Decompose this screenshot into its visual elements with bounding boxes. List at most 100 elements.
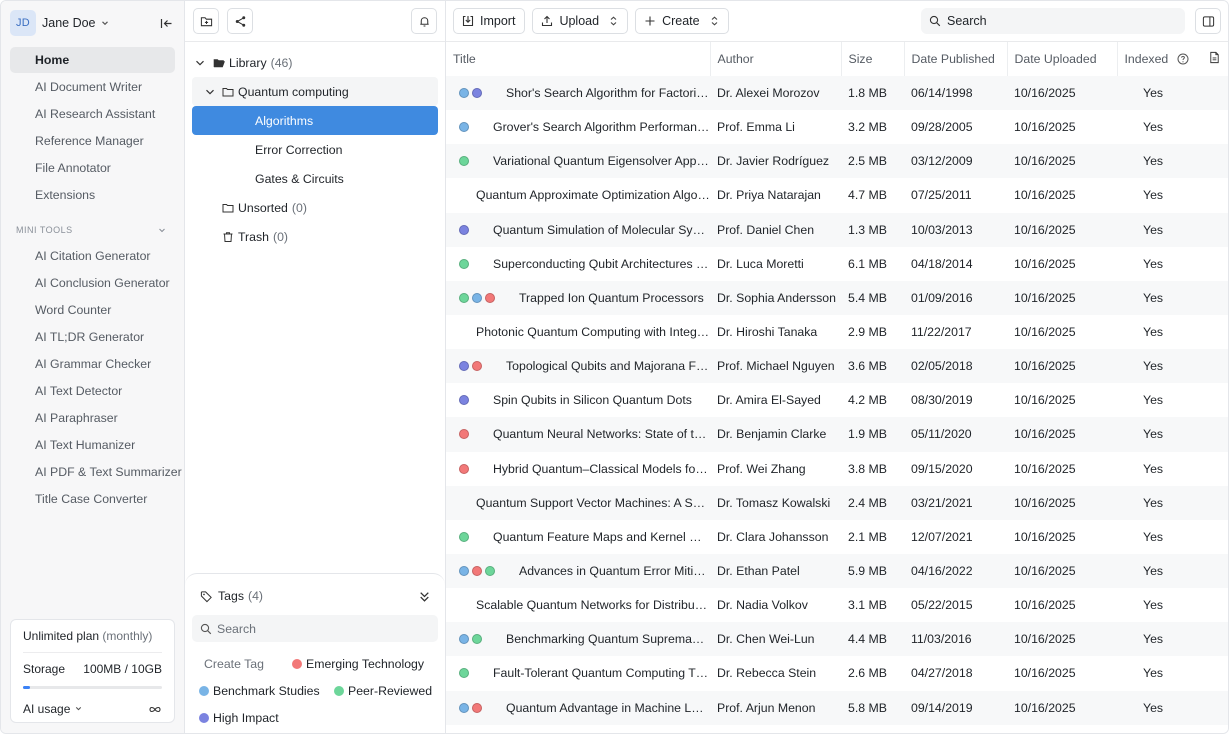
sidebar-item-ai-text-detector[interactable]: AI Text Detector <box>10 378 175 404</box>
document-title[interactable]: Quantum Support Vector Machines: A Surve… <box>476 496 710 510</box>
sidebar-item-ai-text-humanizer[interactable]: AI Text Humanizer <box>10 432 175 458</box>
column-header-author[interactable]: Author <box>710 42 842 76</box>
chevrons-down-icon[interactable] <box>418 590 431 603</box>
document-title[interactable]: Grover's Search Algorithm Performance An… <box>493 120 710 134</box>
table-row[interactable]: Quantum Advantage in Machine Learning Pro… <box>446 690 1228 725</box>
document-search-input[interactable]: Search <box>921 8 1185 34</box>
table-row[interactable]: Shor's Search Algorithm for Factoring La… <box>446 76 1228 111</box>
ai-usage-row[interactable]: AI usage <box>23 702 162 716</box>
sidebar-item-ai-tl-dr-generator[interactable]: AI TL;DR Generator <box>10 324 175 350</box>
help-circle-icon[interactable] <box>1177 53 1189 65</box>
user-menu[interactable]: JD Jane Doe <box>1 1 184 45</box>
cell-title: Topological Qubits and Majorana Fermions <box>446 349 710 384</box>
column-header-indexed[interactable]: Indexed <box>1117 42 1201 76</box>
toggle-panel-button[interactable] <box>1195 8 1221 34</box>
cell-size: 3.2 MB <box>848 120 887 135</box>
tree-library[interactable]: Library (46) <box>185 48 445 77</box>
document-title[interactable]: Benchmarking Quantum Supremacy Experimen… <box>506 632 710 646</box>
column-header-size[interactable]: Size <box>841 42 905 76</box>
tree-subfolder-label: Error Correction <box>255 142 343 157</box>
document-title[interactable]: Quantum Advantage in Machine Learning <box>506 701 710 715</box>
table-row[interactable]: Benchmarking Quantum Supremacy Experimen… <box>446 622 1228 657</box>
document-title[interactable]: Quantum Simulation of Molecular Systems <box>493 223 710 237</box>
document-title[interactable]: Quantum Neural Networks: State of the Ar… <box>493 427 710 441</box>
tree-folder-label: Quantum computing <box>238 84 349 99</box>
document-title[interactable]: Fault-Tolerant Quantum Computing Thresho… <box>493 666 710 680</box>
table-row[interactable]: Scalable Quantum Networks for Distribute… <box>446 588 1228 622</box>
tree-subfolder-gates-circuits[interactable]: Gates & Circuits <box>185 164 445 193</box>
sidebar-item-ai-grammar-checker[interactable]: AI Grammar Checker <box>10 351 175 377</box>
sidebar-item-file-annotator[interactable]: File Annotator <box>10 155 175 181</box>
document-title[interactable]: Trapped Ion Quantum Processors <box>519 291 704 305</box>
chevron-down-icon <box>159 228 165 233</box>
document-title[interactable]: Topological Qubits and Majorana Fermions <box>506 359 710 373</box>
sidebar-item-ai-pdf-text-summarizer[interactable]: AI PDF & Text Summarizer <box>10 459 182 485</box>
sidebar-item-word-counter[interactable]: Word Counter <box>10 297 175 323</box>
sidebar-item-title-case-converter[interactable]: Title Case Converter <box>10 486 175 512</box>
tag-peer-reviewed[interactable]: Peer-Reviewed <box>334 677 434 704</box>
cell-author: Dr. Clara Johansson <box>717 529 829 544</box>
table-row[interactable]: Trapped Ion Quantum Processors Dr. Sophia… <box>446 280 1228 315</box>
notifications-button[interactable] <box>411 8 437 34</box>
column-header-export[interactable] <box>1201 42 1228 76</box>
tags-search-input[interactable]: Search <box>192 615 438 642</box>
tag-emerging-technology[interactable]: Emerging Technology <box>292 650 427 677</box>
document-title[interactable]: Hybrid Quantum–Classical Models for Lear… <box>493 462 710 476</box>
tree-trash[interactable]: Trash (0) <box>185 222 445 251</box>
column-header-date-uploaded[interactable]: Date Uploaded <box>1007 42 1118 76</box>
indexed-status: Yes <box>1124 530 1201 544</box>
import-button[interactable]: Import <box>453 8 526 34</box>
document-title[interactable]: Variational Quantum Eigensolver Applicat… <box>493 154 710 168</box>
sidebar-item-home[interactable]: Home <box>10 47 175 73</box>
table-row[interactable]: Superconducting Qubit Architectures Revi… <box>446 247 1228 281</box>
document-title[interactable]: Quantum Approximate Optimization Algorit… <box>476 188 710 202</box>
document-title[interactable]: Photonic Quantum Computing with Integrat… <box>476 325 710 339</box>
new-folder-button[interactable] <box>193 8 219 34</box>
table-row[interactable]: Grover's Search Algorithm Performance An… <box>446 110 1228 144</box>
tree-folder-quantum-computing[interactable]: Quantum computing <box>192 77 438 106</box>
collapse-sidebar-button[interactable] <box>158 15 174 31</box>
table-row[interactable]: Quantum Neural Networks: State of the Ar… <box>446 417 1228 452</box>
indexed-status: Yes <box>1124 257 1201 271</box>
tree-unsorted[interactable]: Unsorted (0) <box>185 193 445 222</box>
document-title[interactable]: Advances in Quantum Error Mitigation <box>519 564 710 578</box>
sidebar-item-ai-paraphraser[interactable]: AI Paraphraser <box>10 405 175 431</box>
document-title[interactable]: Spin Qubits in Silicon Quantum Dots <box>493 393 692 407</box>
sidebar-item-ai-research-assistant[interactable]: AI Research Assistant <box>10 101 175 127</box>
upload-button[interactable]: Upload <box>532 8 629 34</box>
share-button[interactable] <box>227 8 253 34</box>
table-row[interactable]: Topological Qubits and Majorana Fermions… <box>446 349 1228 384</box>
sidebar-item-reference-manager[interactable]: Reference Manager <box>10 128 175 154</box>
cell-size: 3.6 MB <box>841 349 904 384</box>
mini-tools-header[interactable]: MINI TOOLS <box>1 211 184 241</box>
document-title[interactable]: Shor's Search Algorithm for Factoring La… <box>506 86 710 100</box>
table-row[interactable]: Quantum Simulation of Molecular Systems P… <box>446 212 1228 247</box>
column-header-date-published[interactable]: Date Published <box>904 42 1008 76</box>
sidebar-item-label: AI Document Writer <box>35 80 143 94</box>
document-title[interactable]: Scalable Quantum Networks for Distribute… <box>476 598 710 612</box>
create-tag-button[interactable]: Create Tag <box>199 650 292 677</box>
table-row[interactable]: Variational Quantum Eigensolver Applicat… <box>446 144 1228 179</box>
sidebar-item-extensions[interactable]: Extensions <box>10 182 175 208</box>
tag-high-impact[interactable]: High Impact <box>199 704 334 731</box>
create-button[interactable]: Create <box>635 8 729 34</box>
table-row[interactable]: Quantum Support Vector Machines: A Surve… <box>446 485 1228 520</box>
document-title[interactable]: Superconducting Qubit Architectures Revi… <box>493 257 710 271</box>
sidebar-item-ai-conclusion-generator[interactable]: AI Conclusion Generator <box>10 270 175 296</box>
tags-header[interactable]: Tags (4) <box>192 586 438 606</box>
table-row[interactable]: Photonic Quantum Computing with Integrat… <box>446 315 1228 349</box>
table-row[interactable]: Advances in Quantum Error Mitigation Dr. … <box>446 553 1228 589</box>
table-row[interactable]: Quantum Feature Maps and Kernel Methods D… <box>446 520 1228 554</box>
table-row[interactable]: Spin Qubits in Silicon Quantum Dots Dr. A… <box>446 383 1228 417</box>
sidebar-item-ai-citation-generator[interactable]: AI Citation Generator <box>10 243 175 269</box>
tree-subfolder-error-correction[interactable]: Error Correction <box>185 135 445 164</box>
tree-subfolder-algorithms[interactable]: Algorithms <box>192 106 438 135</box>
sidebar-item-ai-document-writer[interactable]: AI Document Writer <box>10 74 175 100</box>
document-title[interactable]: Quantum Feature Maps and Kernel Methods <box>493 530 710 544</box>
sidebar-panel-icon <box>1202 15 1214 27</box>
table-row[interactable]: Hybrid Quantum–Classical Models for Lear… <box>446 452 1228 486</box>
tag-benchmark-studies[interactable]: Benchmark Studies <box>199 677 334 704</box>
column-header-title[interactable]: Title <box>446 42 711 76</box>
table-row[interactable]: Quantum Approximate Optimization Algorit… <box>446 178 1228 212</box>
table-row[interactable]: Fault-Tolerant Quantum Computing Thresho… <box>446 656 1228 690</box>
